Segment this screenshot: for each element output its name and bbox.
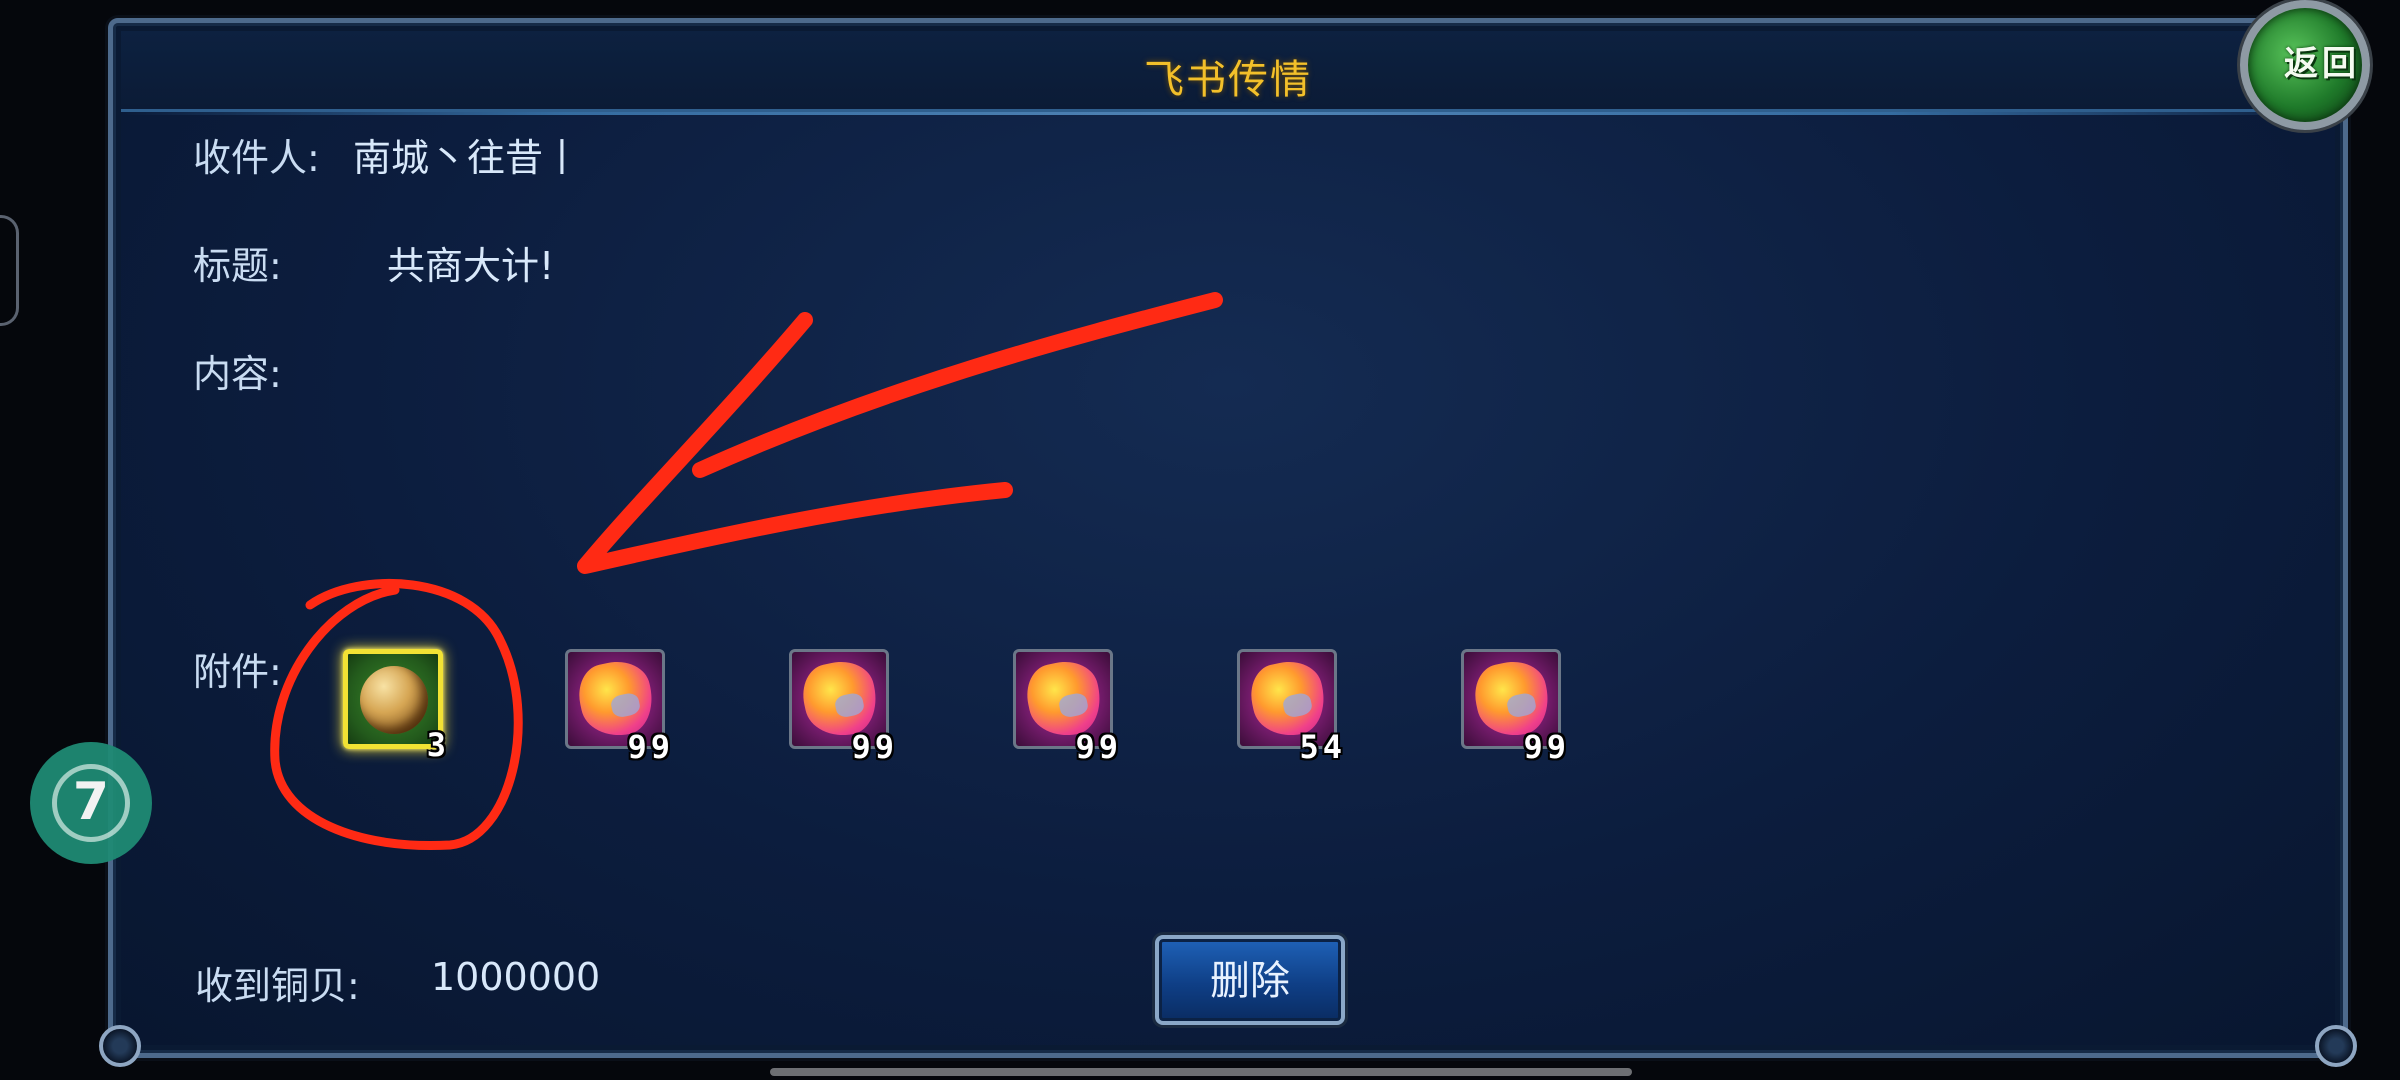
recipient-value: 南城丶往昔丨: [353, 136, 582, 180]
attachment-slot-5[interactable]: 54: [1237, 649, 1342, 766]
attachment-count: 99: [627, 728, 674, 766]
floating-assistant-button[interactable]: 7: [30, 742, 152, 864]
attachment-slot-4[interactable]: 99: [1013, 649, 1118, 766]
content-label: 内容:: [193, 352, 282, 396]
subject-label: 标题:: [193, 244, 282, 288]
attachment-count: 54: [1299, 728, 1346, 766]
attachment-count: 3: [426, 726, 450, 764]
mail-dialog: 飞书传情 收件人: 南城丶往昔丨 标题: 共商大计! 内容: 附件: 3 99 …: [99, 18, 2357, 1067]
attachment-slot-1[interactable]: 3: [343, 649, 446, 764]
corner-ornament-icon: [99, 1025, 141, 1067]
assistant-icon: 7: [52, 764, 130, 842]
attachment-count: 99: [1075, 728, 1122, 766]
attachment-slot-3[interactable]: 99: [789, 649, 894, 766]
back-button-label: 返回: [2284, 44, 2360, 84]
game-screen: 飞书传情 收件人: 南城丶往昔丨 标题: 共商大计! 内容: 附件: 3 99 …: [0, 0, 2400, 1080]
corner-ornament-icon: [2315, 1025, 2357, 1067]
subject-value: 共商大计!: [387, 244, 555, 288]
delete-button[interactable]: 删除: [1155, 935, 1345, 1025]
copper-received-label: 收到铜贝:: [195, 964, 360, 1008]
attachment-slot-2[interactable]: 99: [565, 649, 670, 766]
gold-ore-icon: [360, 666, 428, 734]
copper-received-value: 1000000: [431, 955, 601, 999]
attachment-slot-6[interactable]: 99: [1461, 649, 1566, 766]
attachment-count: 99: [1523, 728, 1570, 766]
recipient-label: 收件人:: [193, 136, 320, 180]
attachments-label: 附件:: [193, 650, 282, 694]
attachment-count: 99: [851, 728, 898, 766]
home-indicator[interactable]: [770, 1068, 1632, 1076]
screen-edge-notch: [0, 215, 19, 326]
back-button[interactable]: 返回: [2232, 0, 2382, 150]
dialog-titlebar: 飞书传情: [121, 31, 2335, 115]
dialog-title: 飞书传情: [1144, 57, 1312, 103]
